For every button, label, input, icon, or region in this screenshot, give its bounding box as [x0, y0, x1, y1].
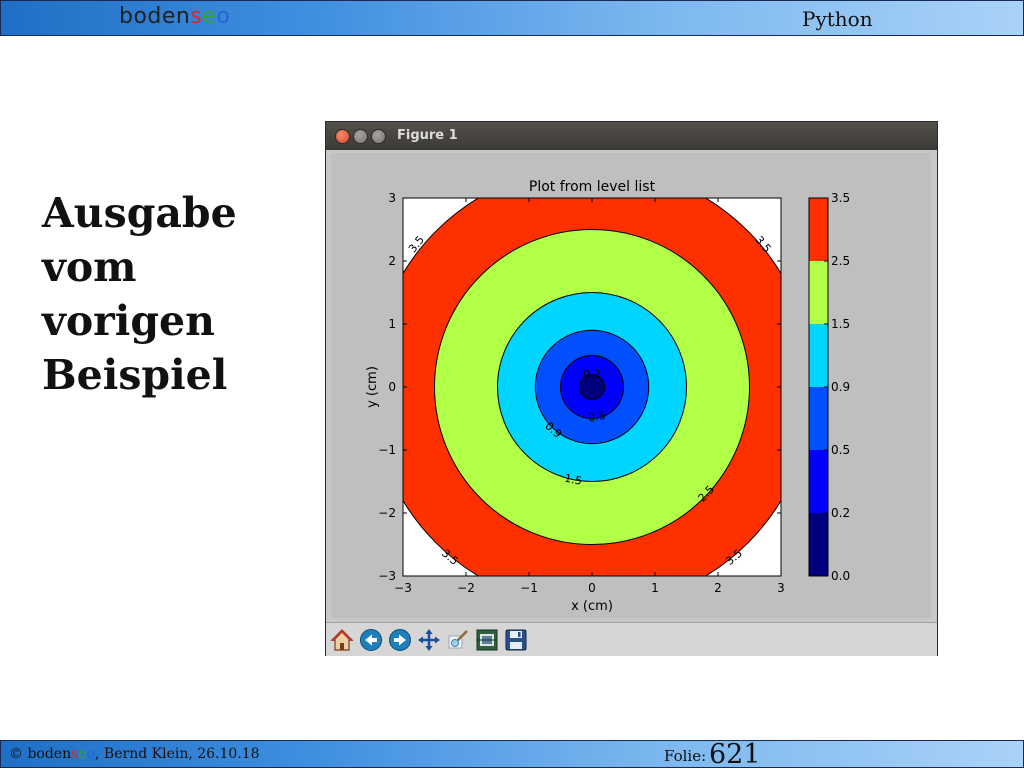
copyright-text: © bodenseo, Bernd Klein, 26.10.18: [9, 746, 260, 762]
slide-number: 621: [709, 739, 761, 770]
brand-part-1: boden: [119, 4, 191, 29]
y-tick-label: −2: [378, 506, 396, 520]
maximize-icon[interactable]: [371, 129, 386, 144]
window-titlebar[interactable]: Figure 1: [326, 122, 937, 150]
zoom-icon[interactable]: [446, 628, 470, 652]
figure-window: Figure 1 0.2 0.5 0.9 1.5 2.5 3.5 3.5 3.5 3.5 −3−…: [325, 121, 938, 656]
slide-number-label: Folie:: [664, 747, 707, 765]
forward-icon[interactable]: [388, 628, 412, 652]
y-tick-label: 1: [388, 317, 396, 331]
colorbar-segment: [809, 387, 828, 450]
colorbar-tick-label: 0.2: [831, 506, 850, 520]
heading-line-2: vom: [42, 243, 137, 291]
copyright-brand-o: o: [86, 746, 96, 762]
subplots-icon[interactable]: [475, 628, 499, 652]
figure-canvas[interactable]: 0.2 0.5 0.9 1.5 2.5 3.5 3.5 3.5 3.5 −3 −2 −1 0 1 2 3 −…: [331, 153, 931, 618]
x-tick-label: −1: [520, 581, 538, 595]
x-tick-label: −3: [394, 581, 412, 595]
close-icon[interactable]: [335, 129, 350, 144]
slide-topic: Python: [802, 7, 873, 31]
colorbar-tick-label: 0.0: [831, 569, 850, 583]
colorbar-tick-label: 2.5: [831, 254, 850, 268]
contour-label: 0.2: [583, 367, 601, 380]
y-axis-label: y (cm): [365, 366, 380, 408]
brand-logo: bodenseo: [119, 4, 230, 29]
copyright-author-date: , Bernd Klein, 26.10.18: [95, 746, 260, 762]
copyright-prefix: © boden: [9, 746, 72, 762]
y-tick-label: 2: [388, 254, 396, 268]
brand-part-2: s: [190, 4, 203, 29]
heading-line-4: Beispiel: [42, 351, 228, 399]
y-tick-label: −3: [378, 569, 396, 583]
brand-part-4: o: [216, 4, 231, 29]
heading-line-3: vorigen: [42, 297, 215, 345]
colorbar-tick-label: 0.9: [831, 380, 850, 394]
figure-toolbar: [326, 622, 937, 656]
colorbar-segment: [809, 450, 828, 513]
colorbar-tick-label: 0.5: [831, 443, 850, 457]
home-icon[interactable]: [330, 628, 354, 652]
y-tick-label: −1: [378, 443, 396, 457]
x-tick-label: 2: [714, 581, 722, 595]
pan-icon[interactable]: [417, 628, 441, 652]
brand-part-3: e: [202, 4, 217, 29]
x-axis-label: x (cm): [571, 599, 613, 614]
colorbar-tick-label: 1.5: [831, 317, 850, 331]
window-title: Figure 1: [397, 128, 458, 143]
save-icon[interactable]: [504, 628, 528, 652]
colorbar-segment: [809, 261, 828, 324]
heading-line-1: Ausgabe: [42, 189, 237, 237]
x-tick-label: −2: [457, 581, 475, 595]
contour-fills: [403, 198, 781, 576]
slide-heading: Ausgabe vom vorigen Beispiel: [42, 186, 302, 402]
slide-header-bar: bodenseo Python: [0, 0, 1024, 36]
y-tick-label: 0: [388, 380, 396, 394]
copyright-brand-e: e: [78, 746, 87, 762]
colorbar-segment: [809, 324, 828, 387]
x-tick-label: 3: [777, 581, 785, 595]
minimize-icon[interactable]: [353, 129, 368, 144]
x-tick-label: 0: [588, 581, 596, 595]
y-tick-label: 3: [388, 191, 396, 205]
colorbar-segment: [809, 198, 828, 261]
back-icon[interactable]: [359, 628, 383, 652]
chart-title: Plot from level list: [529, 179, 656, 195]
contour-plot: 0.20.50.91.52.53.5 3.53.5 3.5 −3 −2 −1 0 1 2 3 −…: [365, 179, 850, 614]
colorbar: 0.0 0.2 0.5 0.9 1.5 2.5 3.5: [808, 191, 850, 583]
colorbar-segment: [809, 513, 828, 576]
x-tick-label: 1: [651, 581, 659, 595]
slide-footer-bar: © bodenseo, Bernd Klein, 26.10.18 Folie:…: [0, 739, 1024, 770]
colorbar-tick-label: 3.5: [831, 191, 850, 205]
